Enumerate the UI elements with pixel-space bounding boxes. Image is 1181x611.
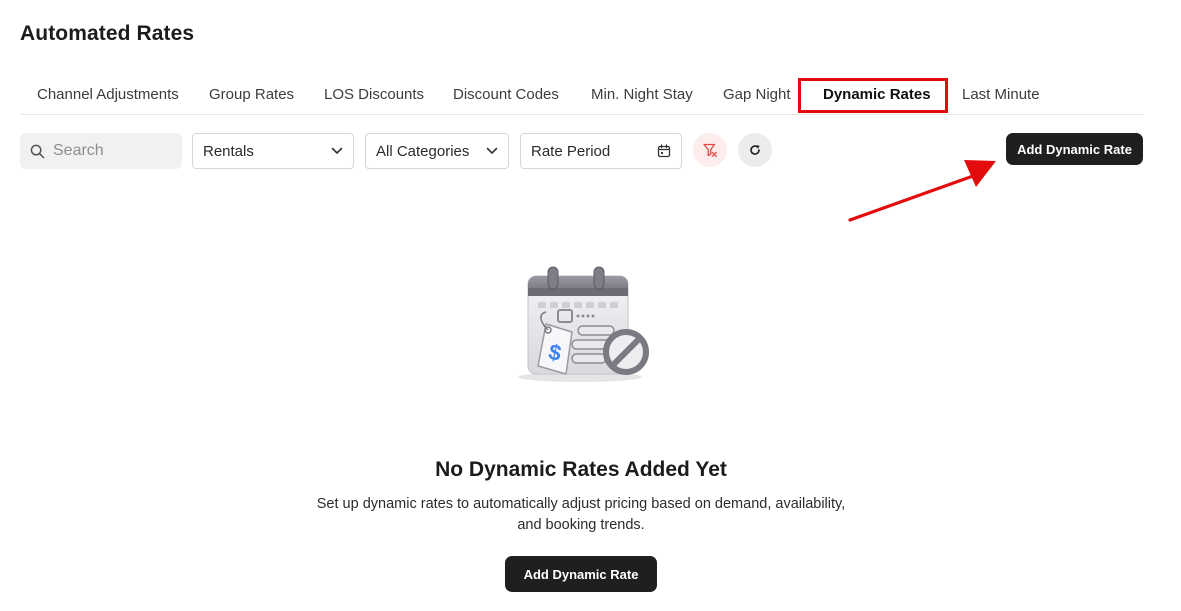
chevron-down-icon: [331, 147, 343, 154]
calendar-price-tag-illustration: $: [518, 266, 649, 382]
tab-channel-adjustments[interactable]: Channel Adjustments: [37, 76, 179, 114]
empty-state-description-line1: Set up dynamic rates to automatically ad…: [316, 496, 846, 512]
tab-discount-codes[interactable]: Discount Codes: [453, 76, 559, 114]
empty-state-title: No Dynamic Rates Added Yet: [435, 458, 727, 481]
rentals-select-value: Rentals: [203, 142, 254, 160]
active-tab-highlight-box: [798, 78, 948, 113]
page-title: Automated Rates: [20, 22, 195, 45]
tab-gap-night[interactable]: Gap Night: [723, 76, 791, 114]
refresh-button[interactable]: [738, 133, 772, 167]
empty-state-description: Set up dynamic rates to automatically ad…: [0, 494, 1162, 536]
chevron-down-icon: [486, 147, 498, 154]
filter-clear-icon: [703, 143, 717, 157]
search-input[interactable]: [53, 142, 173, 160]
tab-bar: Channel Adjustments Group Rates LOS Disc…: [20, 76, 1144, 115]
rate-period-value: Rate Period: [531, 142, 611, 160]
rate-period-picker[interactable]: Rate Period: [520, 133, 682, 169]
empty-state-description-line2: and booking trends.: [517, 517, 645, 533]
refresh-icon: [750, 145, 760, 155]
add-dynamic-rate-button[interactable]: Add Dynamic Rate: [1006, 133, 1143, 165]
empty-state-add-dynamic-rate-button[interactable]: Add Dynamic Rate: [505, 556, 657, 592]
calendar-icon: [657, 144, 671, 158]
tab-los-discounts[interactable]: LOS Discounts: [324, 76, 424, 114]
tab-min-night-stay[interactable]: Min. Night Stay: [591, 76, 693, 114]
clear-filter-button[interactable]: [693, 133, 727, 167]
categories-select-value: All Categories: [376, 142, 470, 160]
tab-last-minute[interactable]: Last Minute: [962, 76, 1040, 114]
annotation-arrow: [848, 160, 996, 222]
search-icon: [30, 144, 45, 158]
search-box[interactable]: [20, 133, 182, 169]
categories-select[interactable]: All Categories: [365, 133, 509, 169]
tab-group-rates[interactable]: Group Rates: [209, 76, 294, 114]
rentals-select[interactable]: Rentals: [192, 133, 354, 169]
